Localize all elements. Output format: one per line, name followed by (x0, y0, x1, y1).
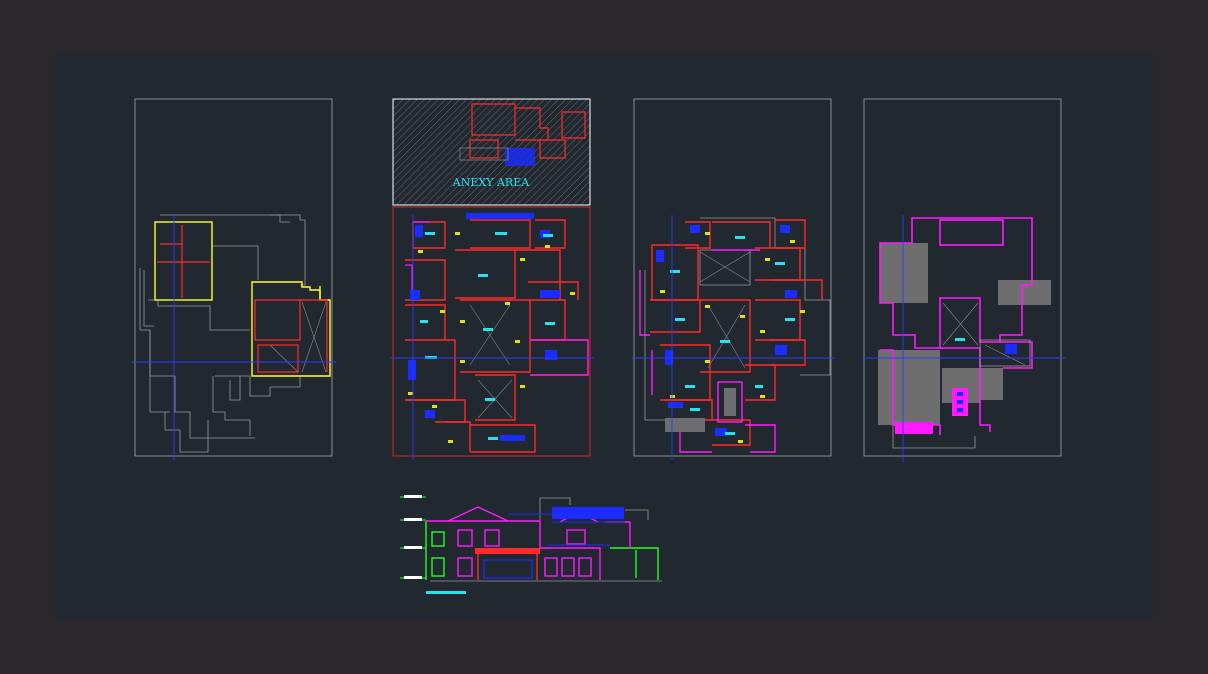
drawing-canvas[interactable]: ANEXY AREA (55, 54, 1153, 620)
sheet-3-magenta-walls (639, 249, 776, 453)
sheet-4-magenta-block (895, 422, 933, 434)
sheet-2-room-tags (420, 232, 555, 440)
drawing-svg: ANEXY AREA (132, 98, 1066, 594)
sheet-4-fixture (1005, 344, 1017, 354)
elevation-blue-roof (552, 507, 624, 519)
elevation-red-porch (475, 548, 540, 580)
front-elevation[interactable] (400, 495, 662, 594)
sheet-1-ground-floor-outline[interactable] (132, 98, 336, 460)
elevation-outline (430, 497, 662, 582)
sheet-1-border (134, 98, 333, 457)
sheet-1-highlight-boxes (154, 221, 331, 377)
sheet-4-roof-plan[interactable] (862, 98, 1066, 462)
sheet-4-diagonals (942, 302, 1026, 366)
sheet-4-skylight-marks (957, 392, 963, 412)
sheet-2-fixtures (408, 213, 560, 441)
sheet-1-red-partitions (157, 225, 328, 373)
sheet-2-border (392, 206, 591, 457)
annex-area-label: ANEXY AREA (452, 176, 530, 189)
sheet-3-first-floor[interactable] (632, 98, 835, 460)
cad-viewport[interactable]: ANEXY AREA (0, 0, 1208, 674)
sheet-3-diagonals (699, 251, 751, 369)
annex-area-block: ANEXY AREA (392, 98, 591, 206)
sheet-3-stair-void (724, 388, 736, 416)
sheet-2-ground-floor-furnished[interactable]: ANEXY AREA (390, 98, 594, 460)
sheet-1-walls (139, 214, 306, 453)
sheet-4-room-tag (955, 338, 965, 341)
elevation-level-markers (400, 495, 426, 579)
elevation-scale-bar (426, 591, 466, 594)
sheet-2-diagonals (469, 304, 513, 419)
sheet-3-grey-patch (665, 418, 705, 432)
